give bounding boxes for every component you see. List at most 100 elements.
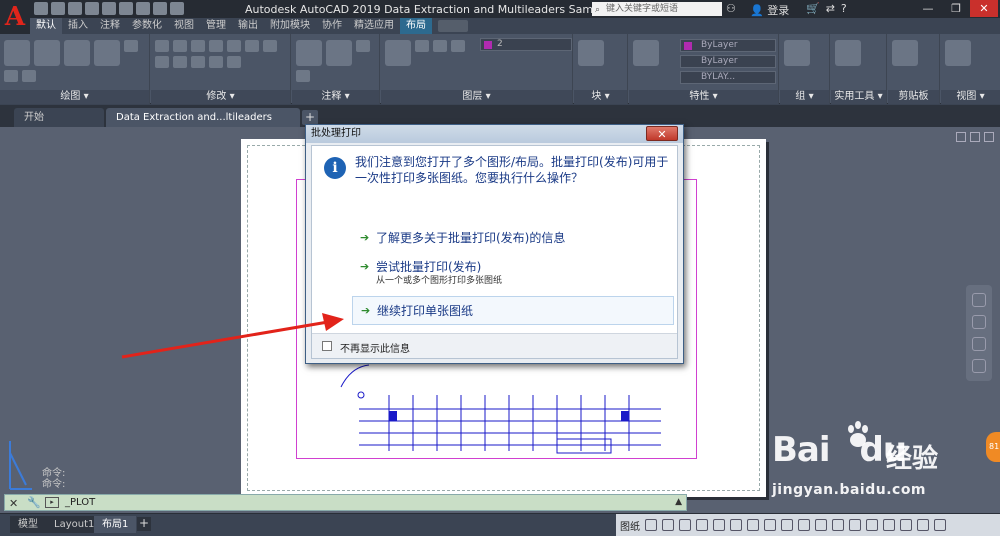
transparency-icon[interactable] [764, 519, 776, 531]
save-as-icon[interactable] [85, 2, 99, 15]
offset-icon[interactable] [227, 56, 241, 68]
file-tab-start[interactable]: 开始 [14, 108, 104, 127]
dont-show-again-label[interactable]: 不再显示此信息 [340, 340, 410, 355]
help-icon[interactable]: ? [841, 2, 847, 15]
panel-modify-label[interactable]: 修改 ▾ [151, 90, 290, 104]
panel-properties-label[interactable]: 特性 ▾ [629, 90, 778, 104]
zoom-icon[interactable] [972, 337, 986, 351]
layout-tab-model[interactable]: 模型 [10, 516, 46, 533]
isolate-objects-icon[interactable] [883, 519, 895, 531]
command-input[interactable]: _PLOT [65, 497, 95, 508]
undo-icon[interactable] [136, 2, 150, 15]
group-icon[interactable] [784, 40, 810, 66]
annotation-scale-icon[interactable] [798, 519, 810, 531]
file-tab-active[interactable]: Data Extraction and...ltileaders Sample* [106, 108, 300, 142]
lineweight-icon[interactable] [747, 519, 759, 531]
base-view-icon[interactable] [945, 40, 971, 66]
command-customize-icon[interactable]: 🔧 [27, 496, 41, 509]
leader-icon[interactable] [356, 40, 370, 52]
layer-on-icon[interactable] [415, 40, 429, 52]
tab-insert[interactable]: 插入 [62, 18, 94, 34]
copy-icon[interactable] [227, 40, 241, 52]
qat-dropdown-icon[interactable] [170, 2, 184, 15]
dont-show-again-checkbox[interactable] [322, 341, 332, 351]
ellipse-tool-icon[interactable] [22, 70, 36, 82]
plot-icon[interactable] [102, 2, 116, 15]
tab-featured-apps[interactable]: 精选应用 [348, 18, 400, 34]
restore-button[interactable]: ❐ [942, 0, 970, 17]
insert-block-icon[interactable] [578, 40, 604, 66]
rotate-icon[interactable] [173, 40, 187, 52]
tab-layout[interactable]: 布局 [400, 18, 432, 34]
option-continue-single-sheet[interactable]: ➔ 继续打印单张图纸 [352, 296, 674, 325]
hardware-acceleration-icon[interactable] [900, 519, 912, 531]
ortho-icon[interactable] [679, 519, 691, 531]
move-icon[interactable] [155, 40, 169, 52]
erase-icon[interactable] [209, 40, 223, 52]
tab-manage[interactable]: 管理 [200, 18, 232, 34]
new-layout-button[interactable]: + [137, 517, 151, 531]
layer-properties-icon[interactable] [385, 40, 411, 66]
panel-clipboard-label[interactable]: 剪贴板 [888, 90, 939, 104]
option-learn-more[interactable]: ➔ 了解更多关于批量打印(发布)的信息 [352, 230, 674, 246]
cart-icon[interactable]: 🛒 [806, 2, 820, 15]
rectangle-tool-icon[interactable] [124, 40, 138, 52]
units-icon[interactable] [849, 519, 861, 531]
polyline-tool-icon[interactable] [34, 40, 60, 66]
print-icon[interactable] [119, 2, 133, 15]
new-file-icon[interactable] [34, 2, 48, 15]
layer-lock-icon[interactable] [451, 40, 465, 52]
quick-properties-icon[interactable] [866, 519, 878, 531]
paste-icon[interactable] [892, 40, 918, 66]
arc-tool-icon[interactable] [94, 40, 120, 66]
snap-icon[interactable] [662, 519, 674, 531]
grid-icon[interactable] [645, 519, 657, 531]
panel-utilities-label[interactable]: 实用工具 ▾ [831, 90, 886, 104]
explode-icon[interactable] [155, 56, 169, 68]
lineweight-dropdown[interactable]: BYLAY... [680, 71, 776, 84]
orbit-icon[interactable] [972, 359, 986, 373]
dialog-close-button[interactable]: ✕ [646, 126, 678, 141]
command-line[interactable]: ✕ 🔧 ▸ _PLOT ▲ [4, 494, 687, 511]
drawing-restore-icon[interactable] [970, 132, 980, 142]
polar-icon[interactable] [696, 519, 708, 531]
tab-default[interactable]: 默认 [30, 18, 62, 34]
hatch-tool-icon[interactable] [4, 70, 18, 82]
array-icon[interactable] [209, 56, 223, 68]
autocad-logo[interactable]: A [0, 0, 30, 34]
save-icon[interactable] [68, 2, 82, 15]
clean-screen-icon[interactable] [917, 519, 929, 531]
search-input[interactable]: ⌕ 键入关键字或短语 [592, 2, 722, 16]
tab-collaborate[interactable]: 协作 [316, 18, 348, 34]
drawing-minimize-icon[interactable] [956, 132, 966, 142]
line-tool-icon[interactable] [4, 40, 30, 66]
tab-view[interactable]: 视图 [168, 18, 200, 34]
annotation-monitor-icon[interactable] [832, 519, 844, 531]
tab-parametric[interactable]: 参数化 [126, 18, 168, 34]
panel-view-label[interactable]: 视图 ▾ [941, 90, 1000, 104]
option-try-batch-plot[interactable]: ➔ 尝试批量打印(发布) 从一个或多个图形打印多张图纸 [352, 259, 674, 287]
command-history-toggle-icon[interactable]: ▲ [675, 497, 682, 507]
text-tool-icon[interactable] [296, 40, 322, 66]
linetype-dropdown[interactable]: ByLayer [680, 55, 776, 68]
panel-annotation-label[interactable]: 注释 ▾ [292, 90, 379, 104]
fillet-icon[interactable] [263, 40, 277, 52]
minimize-button[interactable]: — [914, 0, 942, 17]
new-file-tab-button[interactable]: + [302, 110, 318, 125]
dimension-tool-icon[interactable] [326, 40, 352, 66]
measure-icon[interactable] [835, 40, 861, 66]
redo-icon[interactable] [153, 2, 167, 15]
command-close-icon[interactable]: ✕ [9, 497, 18, 510]
tab-annotate[interactable]: 注释 [94, 18, 126, 34]
match-properties-icon[interactable] [633, 40, 659, 66]
panel-groups-label[interactable]: 组 ▾ [780, 90, 829, 104]
tab-addins[interactable]: 附加模块 [264, 18, 316, 34]
panel-block-label[interactable]: 块 ▾ [574, 90, 627, 104]
workspace-gear-icon[interactable] [815, 519, 827, 531]
color-dropdown[interactable]: ByLayer [680, 39, 776, 52]
object-snap-icon[interactable] [730, 519, 742, 531]
drawing-close-icon[interactable] [984, 132, 994, 142]
selection-cycling-icon[interactable] [781, 519, 793, 531]
steering-wheel-icon[interactable] [972, 293, 986, 307]
exchange-icon[interactable]: ⇄ [826, 2, 835, 15]
